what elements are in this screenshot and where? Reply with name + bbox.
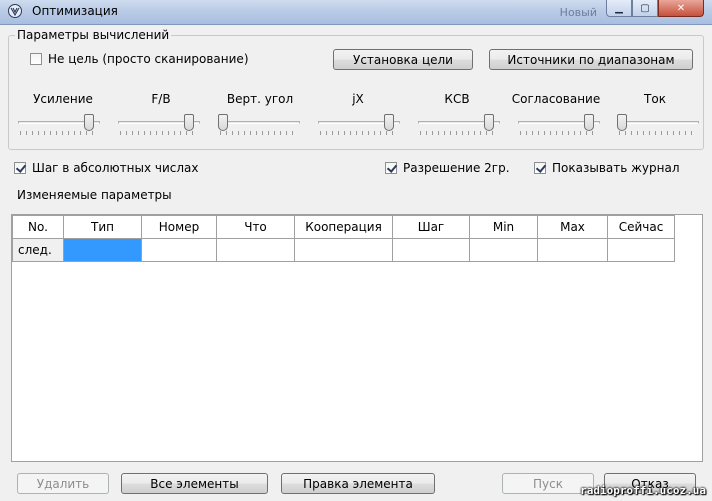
table-cell[interactable] (392, 238, 470, 262)
delete-button[interactable]: Удалить (17, 473, 109, 494)
minimize-button[interactable]: ▁ (606, 0, 632, 17)
slider-thumb[interactable] (218, 114, 228, 131)
app-icon (8, 4, 22, 18)
slider-thumb[interactable] (184, 114, 194, 131)
column-header[interactable]: Шаг (392, 215, 470, 239)
slider-label-vert-angle: Верт. угол (226, 92, 294, 106)
column-header[interactable]: Что (216, 215, 295, 239)
slider-label-matching: Согласование (511, 92, 601, 106)
close-button[interactable]: ✕ (658, 0, 704, 17)
set-target-button[interactable]: Установка цели (333, 49, 473, 70)
table-row[interactable]: след. (12, 238, 675, 262)
params-table: No. Тип Номер Что Кооперация Шаг Min Max… (12, 215, 675, 262)
slider-thumb[interactable] (617, 114, 627, 131)
slider-thumb[interactable] (584, 114, 594, 131)
table-cell[interactable] (294, 238, 393, 262)
slider-thumb[interactable] (384, 114, 394, 131)
slider-jx[interactable] (318, 114, 400, 138)
row-header[interactable]: след. (12, 238, 64, 262)
table-header-row: No. Тип Номер Что Кооперация Шаг Min Max… (12, 215, 675, 239)
maximize-icon: ▢ (640, 2, 650, 14)
table-cell[interactable] (216, 238, 295, 262)
resolution-checkbox[interactable] (385, 162, 397, 174)
table-cell-selected[interactable] (63, 238, 142, 262)
column-header[interactable]: Min (469, 215, 538, 239)
maximize-button[interactable]: ▢ (632, 0, 658, 17)
abs-step-checkbox[interactable] (14, 162, 26, 174)
watermark: radioproffi.ucoz.ua (580, 484, 706, 497)
table-cell[interactable] (607, 238, 675, 262)
resolution-label: Разрешение 2гр. (403, 161, 510, 175)
not-target-label: Не цель (просто сканирование) (48, 52, 249, 66)
slider-label-swr: КСВ (444, 92, 470, 106)
column-header[interactable]: Номер (141, 215, 217, 239)
slider-current[interactable] (617, 114, 699, 138)
slider-fb[interactable] (118, 114, 200, 138)
title-bar[interactable]: Оптимизация Новый ▁ ▢ ✕ (0, 0, 712, 25)
slider-matching[interactable] (518, 114, 600, 138)
slider-swr[interactable] (418, 114, 500, 138)
table-cell[interactable] (469, 238, 538, 262)
group-title: Параметры вычислений (15, 28, 172, 42)
params-table-area[interactable]: No. Тип Номер Что Кооперация Шаг Min Max… (11, 214, 703, 462)
table-cell[interactable] (141, 238, 217, 262)
column-header[interactable]: No. (12, 215, 64, 239)
background-window-title: Новый (559, 6, 597, 19)
slider-vert-angle[interactable] (218, 114, 300, 138)
abs-step-label: Шаг в абсолютных числах (32, 161, 199, 175)
table-cell[interactable] (537, 238, 608, 262)
slider-thumb[interactable] (84, 114, 94, 131)
all-elements-button[interactable]: Все элементы (121, 473, 268, 494)
close-icon: ✕ (676, 2, 686, 14)
column-header[interactable]: Max (537, 215, 608, 239)
show-log-checkbox[interactable] (534, 162, 546, 174)
show-log-label: Показывать журнал (552, 161, 680, 175)
slider-label-jx: jX (352, 92, 364, 106)
not-target-checkbox[interactable] (30, 53, 42, 65)
column-header[interactable]: Сейчас (607, 215, 675, 239)
column-header[interactable]: Тип (63, 215, 142, 239)
slider-thumb[interactable] (484, 114, 494, 131)
slider-label-fb: F/B (151, 92, 171, 106)
edit-element-button[interactable]: Правка элемента (281, 473, 435, 494)
slider-label-gain: Усиление (33, 92, 93, 106)
variable-params-label: Изменяемые параметры (17, 188, 172, 202)
range-sources-button[interactable]: Источники по диапазонам (489, 49, 693, 70)
column-header[interactable]: Кооперация (294, 215, 393, 239)
slider-label-current: Ток (644, 92, 666, 106)
minimize-icon: ▁ (615, 2, 623, 14)
window-title: Оптимизация (32, 4, 118, 18)
slider-gain[interactable] (18, 114, 100, 138)
